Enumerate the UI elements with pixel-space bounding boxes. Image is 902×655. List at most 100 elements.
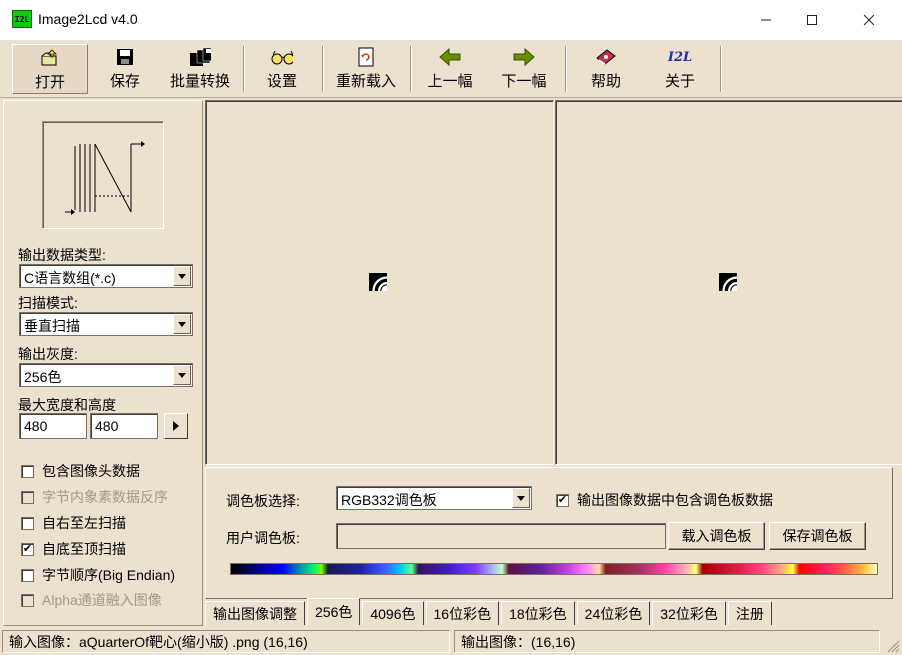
tab-32bit-color[interactable]: 32位彩色 <box>652 601 726 625</box>
checkmark-icon: ✔ <box>22 542 33 555</box>
checkbox-box[interactable] <box>21 464 34 478</box>
checkbox-label: 输出图像数据中包含调色板数据 <box>577 492 773 508</box>
save-label: 保存 <box>109 73 140 90</box>
chevron-down-icon[interactable] <box>173 266 191 286</box>
checkbox-label: 字节内象素数据反序 <box>42 489 168 505</box>
gray-select[interactable]: 256色 <box>19 363 193 387</box>
max-width-value: 480 <box>24 418 48 434</box>
about-button[interactable]: I2L 关于 <box>652 44 708 94</box>
apply-size-button[interactable] <box>164 413 188 439</box>
chevron-down-icon[interactable] <box>173 365 191 385</box>
play-icon <box>173 421 179 431</box>
gray-value: 256色 <box>24 369 62 385</box>
checkbox-label: Alpha通道融入图像 <box>42 592 162 608</box>
user-palette-label: 用户调色板: <box>226 530 300 546</box>
about-i2l-icon: I2L <box>667 49 693 65</box>
checkbox-label: 自右至左扫描 <box>42 515 126 531</box>
checkbox-label: 包含图像头数据 <box>42 463 140 479</box>
checkbox-reverse-pixel: 字节内象素数据反序 <box>21 487 168 507</box>
about-label: 关于 <box>664 73 695 90</box>
settings-button[interactable]: 设置 <box>252 44 312 94</box>
tab-256-color[interactable]: 256色 <box>307 598 361 625</box>
output-image-pane[interactable] <box>555 100 902 465</box>
save-palette-button[interactable]: 保存调色板 <box>769 522 866 550</box>
checkbox-label: 字节顺序(Big Endian) <box>42 567 176 583</box>
open-button[interactable]: 打开 <box>12 44 88 94</box>
resize-grip-icon[interactable] <box>884 637 900 653</box>
toolbar-separator <box>720 46 722 92</box>
tab-16bit-color[interactable]: 16位彩色 <box>425 601 500 625</box>
settings-label: 设置 <box>266 73 297 90</box>
app-icon: I2L <box>12 10 32 28</box>
close-button[interactable] <box>846 0 892 40</box>
checkbox-include-header[interactable]: 包含图像头数据 <box>21 461 140 481</box>
batch-label: 批量转换 <box>169 73 230 90</box>
toolbar: 打开 保存 批量转换 设置 重新载入 上一幅 下一幅 帮助 I2L 关于 <box>0 40 902 98</box>
chevron-down-icon[interactable] <box>512 488 530 508</box>
output-type-select[interactable]: C语言数组(*.c) <box>19 264 193 288</box>
glasses-icon <box>271 46 293 68</box>
next-button[interactable]: 下一幅 <box>494 44 554 94</box>
tab-18bit-color[interactable]: 18位彩色 <box>501 601 575 625</box>
maximize-icon <box>807 15 817 25</box>
next-label: 下一幅 <box>501 73 547 90</box>
output-settings-panel: 输出数据类型: C语言数组(*.c) 扫描模式: 垂直扫描 输出灰度: 256色… <box>3 100 203 626</box>
palette-select-label: 调色板选择: <box>226 493 300 509</box>
status-bar: 输入图像：aQuarterOf靶心(缩小版) .png (16,16) 输出图像… <box>0 628 902 655</box>
batch-button[interactable]: 批量转换 <box>162 44 238 94</box>
maximize-button[interactable] <box>789 0 835 40</box>
help-book-icon <box>595 46 617 68</box>
save-button[interactable]: 保存 <box>92 44 158 94</box>
max-height-value: 480 <box>95 418 119 434</box>
reload-button[interactable]: 重新载入 <box>330 44 402 94</box>
window-title: Image2Lcd v4.0 <box>38 11 138 27</box>
open-label: 打开 <box>34 74 65 91</box>
output-image-thumbnail <box>719 273 737 291</box>
checkbox-box[interactable] <box>21 516 34 530</box>
toolbar-separator <box>565 46 567 92</box>
open-folder-icon <box>39 47 61 69</box>
max-width-input[interactable]: 480 <box>19 413 87 439</box>
checkbox-box[interactable] <box>21 568 34 582</box>
output-image-status: 输出图像：(16,16) <box>454 630 880 653</box>
checkbox-include-palette[interactable]: ✔ 输出图像数据中包含调色板数据 <box>556 490 773 510</box>
user-palette-field <box>336 523 666 549</box>
checkbox-big-endian[interactable]: 字节顺序(Big Endian) <box>21 565 175 585</box>
tab-output-adjust[interactable]: 输出图像调整 <box>205 601 305 625</box>
palette-color-strip <box>230 563 878 575</box>
help-button[interactable]: 帮助 <box>578 44 634 94</box>
arrow-left-icon <box>439 46 461 68</box>
palette-select[interactable]: RGB332调色板 <box>336 486 532 510</box>
toolbar-separator <box>322 46 324 92</box>
scan-direction-preview <box>42 121 164 229</box>
checkbox-box[interactable]: ✔ <box>556 493 569 507</box>
scan-mode-select[interactable]: 垂直扫描 <box>19 312 193 336</box>
chevron-down-icon[interactable] <box>173 314 191 334</box>
prev-button[interactable]: 上一幅 <box>420 44 480 94</box>
checkbox-bottom-to-top[interactable]: ✔ 自底至顶扫描 <box>21 539 126 559</box>
output-type-label: 输出数据类型: <box>18 247 106 263</box>
scan-direction-icon <box>65 141 145 215</box>
checkbox-box <box>21 593 34 607</box>
toolbar-separator <box>243 46 245 92</box>
input-image-pane[interactable] <box>205 100 554 465</box>
scan-mode-label: 扫描模式: <box>18 295 78 311</box>
load-palette-button[interactable]: 载入调色板 <box>668 522 765 550</box>
checkbox-right-to-left[interactable]: 自右至左扫描 <box>21 513 126 533</box>
checkbox-box <box>21 490 34 504</box>
tab-4096-color[interactable]: 4096色 <box>362 601 424 625</box>
close-icon <box>863 14 875 26</box>
tab-register[interactable]: 注册 <box>727 601 772 625</box>
tab-24bit-color[interactable]: 24位彩色 <box>576 601 651 625</box>
output-type-value: C语言数组(*.c) <box>24 270 116 286</box>
checkbox-box[interactable]: ✔ <box>21 542 34 556</box>
color-depth-tabs: 输出图像调整 256色 4096色 16位彩色 18位彩色 24位彩色 32位彩… <box>205 598 774 626</box>
palette-select-value: RGB332调色板 <box>341 492 437 508</box>
batch-floppy-icon <box>189 46 211 68</box>
toolbar-separator <box>410 46 412 92</box>
prev-label: 上一幅 <box>427 73 473 90</box>
minimize-button[interactable] <box>743 0 789 40</box>
max-height-input[interactable]: 480 <box>90 413 158 439</box>
input-image-thumbnail <box>369 273 387 291</box>
title-bar: I2L Image2Lcd v4.0 <box>0 0 902 40</box>
